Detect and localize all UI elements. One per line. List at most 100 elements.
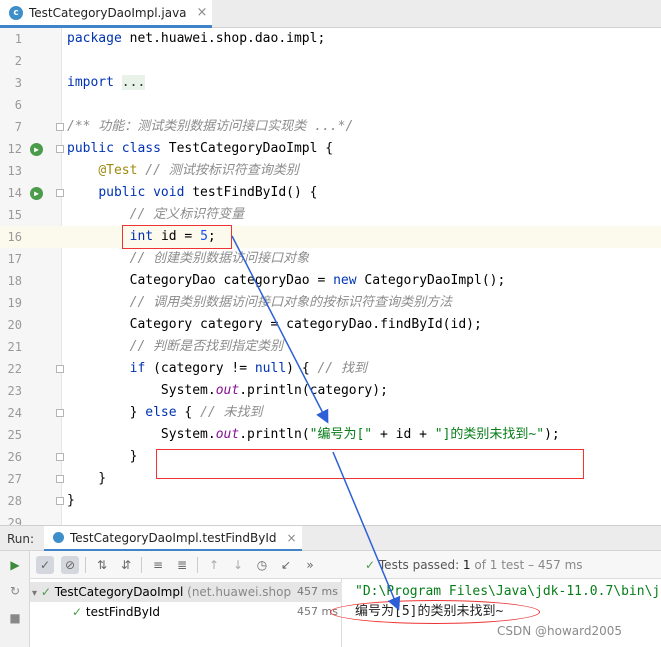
code-text: } [67,446,138,468]
code-token: System. [67,383,216,398]
stop-icon[interactable]: ■ [8,611,22,625]
line-number: 18 [7,274,22,288]
more-icon[interactable]: » [301,556,319,574]
code-token: "]的类别未找到~" [434,427,545,442]
code-token: { [184,405,201,420]
show-passed-icon[interactable]: ✓ [36,556,54,574]
line-number: 23 [7,384,22,398]
previous-failed-icon[interactable]: ↑ [205,556,223,574]
code-line-22[interactable]: 22 if (category != null) { // 找到 [0,358,661,380]
collapse-all-icon[interactable]: ≣ [173,556,191,574]
code-token: } [67,471,107,486]
code-token: CategoryDao categoryDao = [67,273,334,288]
line-number: 1 [14,32,22,46]
expand-all-icon[interactable]: ≡ [149,556,167,574]
line-number: 24 [7,406,22,420]
code-line-19[interactable]: 19 // 调用类别数据访问接口对象的按标识符查询类别方法 [0,292,661,314]
code-line-20[interactable]: 20 Category category = categoryDao.findB… [0,314,661,336]
code-text: import ... [67,72,146,94]
fold-marker-icon[interactable] [56,145,64,153]
rerun-failed-icon[interactable]: ↻ [8,584,22,598]
fold-marker-icon[interactable] [56,189,64,197]
run-config-tab[interactable]: TestCategoryDaoImpl.testFindById × [44,526,302,552]
sort-by-duration-icon[interactable]: ⇵ [117,556,135,574]
code-line-15[interactable]: 15 // 定义标识符变量 [0,204,661,226]
code-token: null [254,361,287,376]
code-text: package net.huawei.shop.dao.impl; [67,28,325,50]
code-token: out [215,383,240,398]
code-token: // 找到 [317,361,367,376]
code-token: /** 功能：测试类别数据访问接口实现类 ...*/ [67,119,354,134]
line-number: 17 [7,252,22,266]
code-line-18[interactable]: 18 CategoryDao categoryDao = new Categor… [0,270,661,292]
code-line-17[interactable]: 17 // 创建类别数据访问接口对象 [0,248,661,270]
run-config-icon [53,532,64,543]
code-line-6[interactable]: 6 [0,94,661,116]
highlight-box-line-16 [122,225,232,249]
fold-marker-icon[interactable] [56,365,64,373]
code-line-16[interactable]: 16 int id = 5; [0,226,661,248]
passed-check-icon: ✓ [40,585,51,599]
line-number: 27 [7,472,22,486]
show-ignored-icon[interactable]: ⊘ [61,556,79,574]
toolbar-divider [85,557,86,573]
run-toolbar: ✓ ⊘ ⇅ ⇵ ≡ ≣ ↑ ↓ ◷ ↙ » ✓ Tests passed: 1 … [30,551,661,579]
run-sidebar: ▶ ↻ ■ [0,551,30,647]
code-token: // 测试按标识符查询类别 [137,163,299,178]
sort-alphabetically-icon[interactable]: ⇅ [93,556,111,574]
line-number: 3 [14,76,22,90]
code-line-14[interactable]: 14 ▶ public void testFindById() { [0,182,661,204]
run-test-gutter-icon[interactable]: ▶ [30,143,43,156]
import-tests-icon[interactable]: ↙ [277,556,295,574]
close-icon[interactable]: × [197,5,208,20]
fold-marker-icon[interactable] [56,409,64,417]
test-history-icon[interactable]: ◷ [253,556,271,574]
fold-marker-icon[interactable] [56,453,64,461]
code-editor[interactable]: 1 package net.huawei.shop.dao.impl; 2 3 impo… [0,28,661,530]
code-line-21[interactable]: 21 // 判断是否找到指定类别 [0,336,661,358]
code-token: (category != [153,361,255,376]
code-token: package [67,31,130,46]
next-failed-icon[interactable]: ↓ [229,556,247,574]
watermark: CSDN @howard2005 [497,624,623,638]
code-line-25[interactable]: 25 System.out.println("编号为[" + id + "]的类… [0,424,661,446]
code-token: out [215,427,240,442]
code-line-24[interactable]: 24 } else { // 未找到 [0,402,661,424]
tree-row-method[interactable]: ✓ testFindById 457 ms [30,602,342,622]
code-line-23[interactable]: 23 System.out.println(category); [0,380,661,402]
code-token: // 创建类别数据访问接口对象 [67,251,310,266]
fold-marker-icon[interactable] [56,497,64,505]
code-token: .println( [239,427,310,442]
toolbar-divider [197,557,198,573]
fold-marker-icon[interactable] [56,123,64,131]
code-token: import [67,75,122,90]
highlight-box-line-25 [156,449,584,479]
code-line-12[interactable]: 12 ▶ public class TestCategoryDaoImpl { [0,138,661,160]
code-line-28[interactable]: 28} [0,490,661,512]
run-test-gutter-icon[interactable]: ▶ [30,187,43,200]
code-token: } [67,449,138,464]
tree-class-package: (net.huawei.shop [187,585,292,599]
editor-tab[interactable]: c TestCategoryDaoImpl.java × [0,0,212,28]
rerun-icon[interactable]: ▶ [8,558,22,572]
chevron-down-icon[interactable]: ▾ [32,588,37,599]
code-text: // 定义标识符变量 [67,204,244,226]
fold-marker-icon[interactable] [56,475,64,483]
code-token: ); [544,427,560,442]
line-number: 14 [7,186,22,200]
close-icon[interactable]: × [287,531,297,545]
code-line-1[interactable]: 1 package net.huawei.shop.dao.impl; [0,28,661,50]
code-line-13[interactable]: 13 @Test // 测试按标识符查询类别 [0,160,661,182]
code-line-7[interactable]: 7 /** 功能：测试类别数据访问接口实现类 ...*/ [0,116,661,138]
run-panel-header: Run: TestCategoryDaoImpl.testFindById × [0,525,661,552]
line-number: 20 [7,318,22,332]
code-line-3[interactable]: 3 import ... [0,72,661,94]
code-text: public class TestCategoryDaoImpl { [67,138,333,160]
tree-row-class[interactable]: ▾ ✓ TestCategoryDaoImpl (net.huawei.shop… [30,582,342,602]
code-token: .println(category); [239,383,388,398]
code-token: public void [98,185,193,200]
code-line-2[interactable]: 2 [0,50,661,72]
